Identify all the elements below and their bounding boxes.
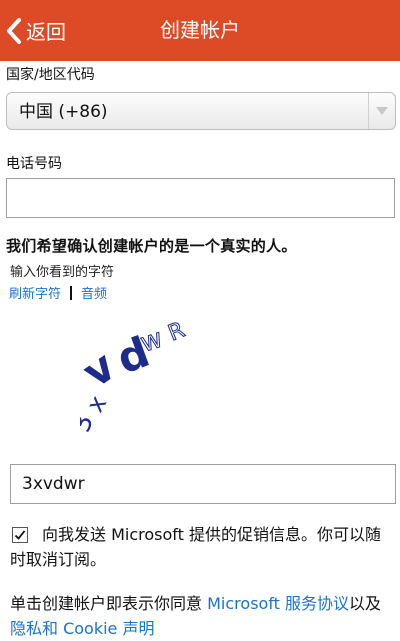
dropdown-arrow-icon: [368, 93, 395, 129]
terms-and: 以及: [349, 594, 382, 613]
verify-heading: 我们希望确认创建帐户的是一个真实的人。: [6, 237, 297, 255]
phone-number-input[interactable]: [6, 178, 395, 218]
service-agreement-link[interactable]: Microsoft 服务协议: [207, 594, 349, 613]
terms-prefix: 单击: [10, 594, 43, 613]
country-code-label: 国家/地区代码: [6, 67, 95, 83]
captcha-char: R: [165, 318, 189, 347]
page-title: 创建帐户: [160, 18, 240, 42]
link-divider: [70, 285, 73, 300]
app-header: 返回 创建帐户: [0, 0, 400, 61]
captcha-links: 刷新字符 音频: [9, 283, 107, 302]
audio-link[interactable]: 音频: [81, 283, 107, 302]
captcha-input[interactable]: [10, 464, 396, 504]
refresh-characters-link[interactable]: 刷新字符: [9, 283, 61, 302]
captcha-char: x: [81, 391, 112, 417]
captcha-char: 3: [80, 411, 100, 436]
captcha-image: 3 x v d w R: [80, 317, 189, 436]
country-code-value: 中国 (+86): [19, 102, 108, 122]
privacy-statement-link[interactable]: 隐私和 Cookie 声明: [10, 619, 154, 638]
terms-middle: 即表示你同意: [106, 594, 208, 613]
terms-text: 单击创建帐户即表示你同意 Microsoft 服务协议以及隐私和 Cookie …: [10, 591, 396, 641]
captcha-instruction: 输入你看到的字符: [10, 265, 115, 280]
promo-checkbox[interactable]: [12, 527, 28, 543]
terms-create-account: 创建帐户: [42, 594, 107, 613]
phone-number-label: 电话号码: [6, 156, 62, 172]
promo-text: 向我发送 Microsoft 提供的促销信息。你可以随时取消订阅。: [10, 525, 381, 569]
country-code-select[interactable]: 中国 (+86): [6, 92, 396, 130]
